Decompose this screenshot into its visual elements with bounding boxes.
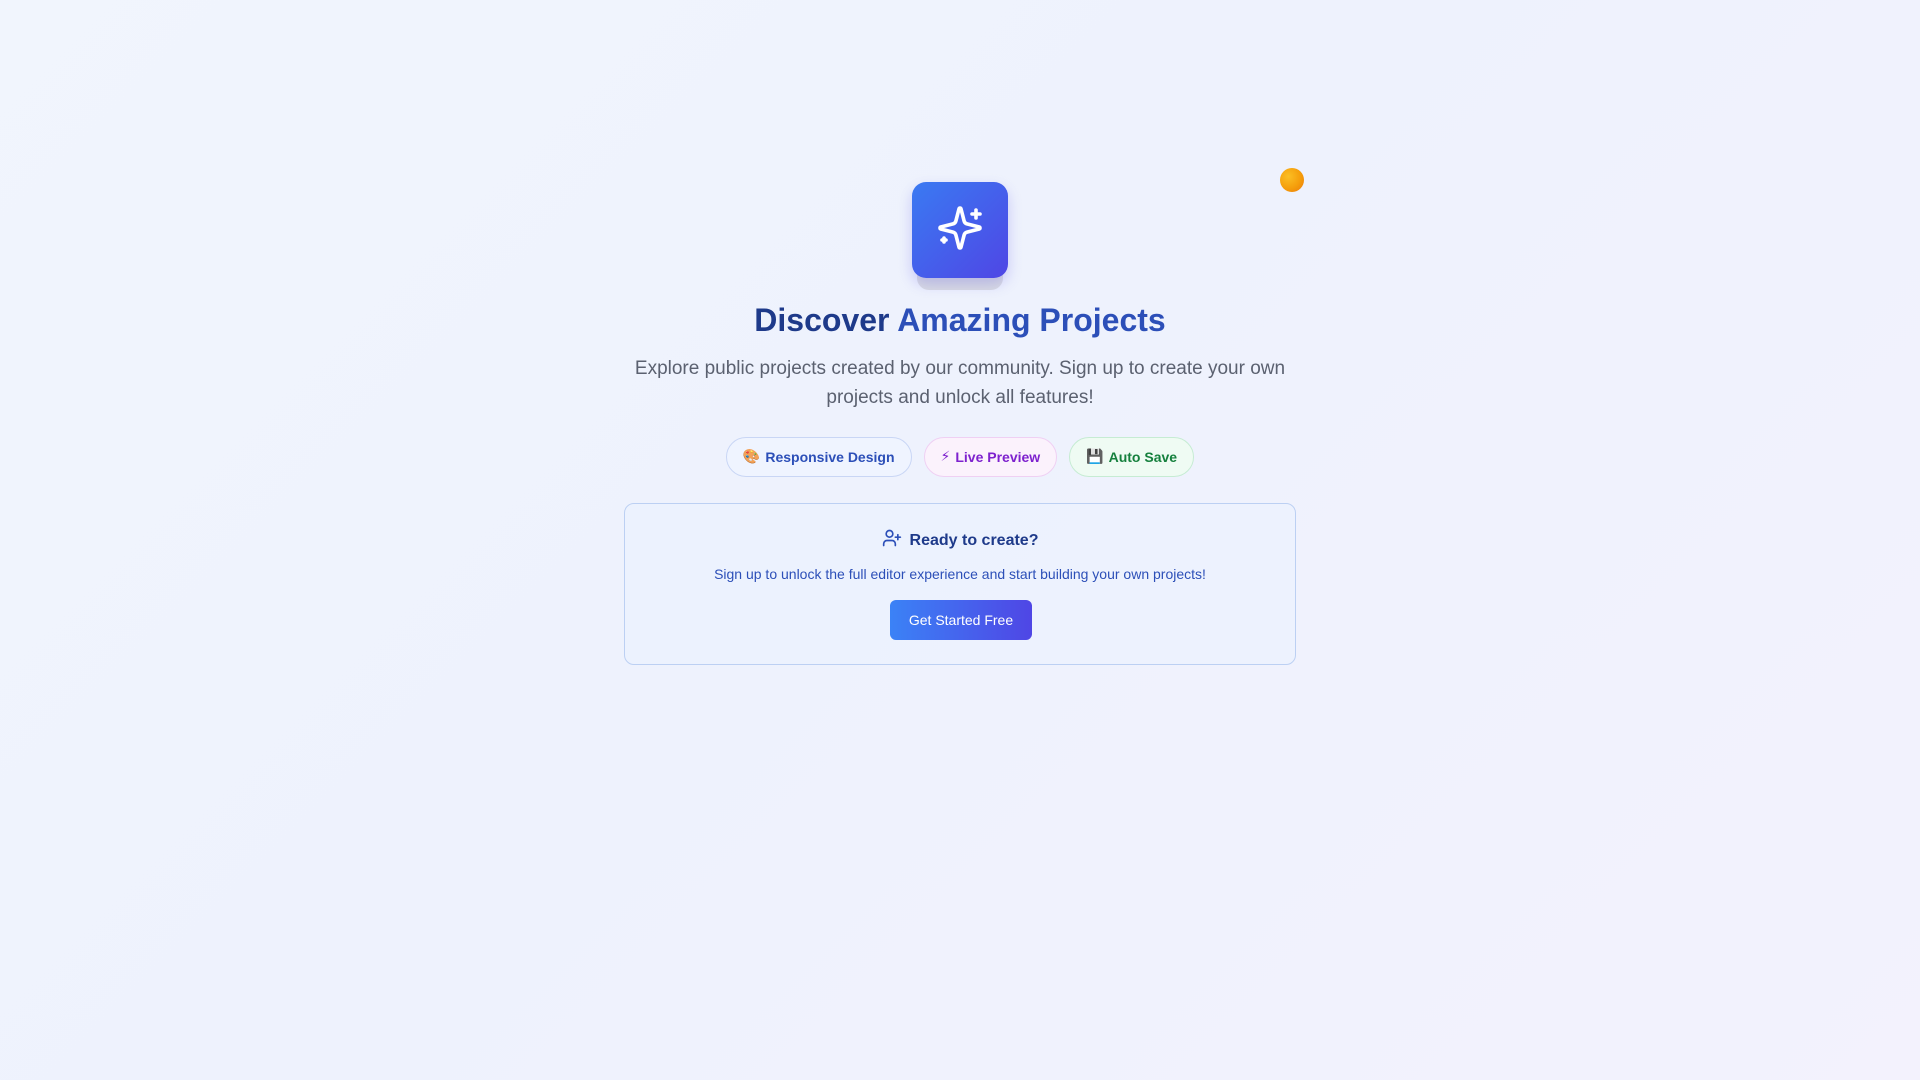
cta-title: Ready to create?	[909, 531, 1039, 549]
feature-pill-responsive-design: 🎨 Responsive Design	[725, 437, 912, 477]
page-title: Discover Amazing Projects	[0, 296, 1920, 344]
app-logo	[912, 182, 1008, 292]
logo-badge	[912, 182, 1008, 278]
page-subtitle: Explore public projects created by our c…	[634, 358, 1286, 408]
cta-header: Ready to create?	[625, 528, 1295, 553]
floating-orange-dot	[1280, 168, 1304, 192]
feature-pills: 🎨 Responsive Design ⚡ Live Preview 💾 Aut…	[0, 437, 1920, 477]
lightning-icon: ⚡	[940, 449, 951, 465]
feature-pill-label: Responsive Design	[765, 449, 895, 465]
get-started-button[interactable]: Get Started Free	[890, 600, 1032, 640]
cta-description: Sign up to unlock the full editor experi…	[714, 566, 1206, 582]
palette-icon: 🎨	[742, 449, 761, 465]
signup-cta-card: Ready to create? Sign up to unlock the f…	[624, 503, 1296, 665]
user-plus-icon	[882, 528, 902, 553]
feature-pill-live-preview: ⚡ Live Preview	[923, 437, 1058, 477]
feature-pill-label: Auto Save	[1108, 449, 1178, 465]
sparkles-icon	[936, 204, 984, 257]
floppy-disk-icon: 💾	[1086, 449, 1104, 465]
title-accent: Amazing Projects	[897, 302, 1166, 338]
feature-pill-label: Live Preview	[955, 449, 1041, 465]
feature-pill-auto-save: 💾 Auto Save	[1069, 437, 1195, 477]
title-main: Discover	[754, 302, 890, 338]
